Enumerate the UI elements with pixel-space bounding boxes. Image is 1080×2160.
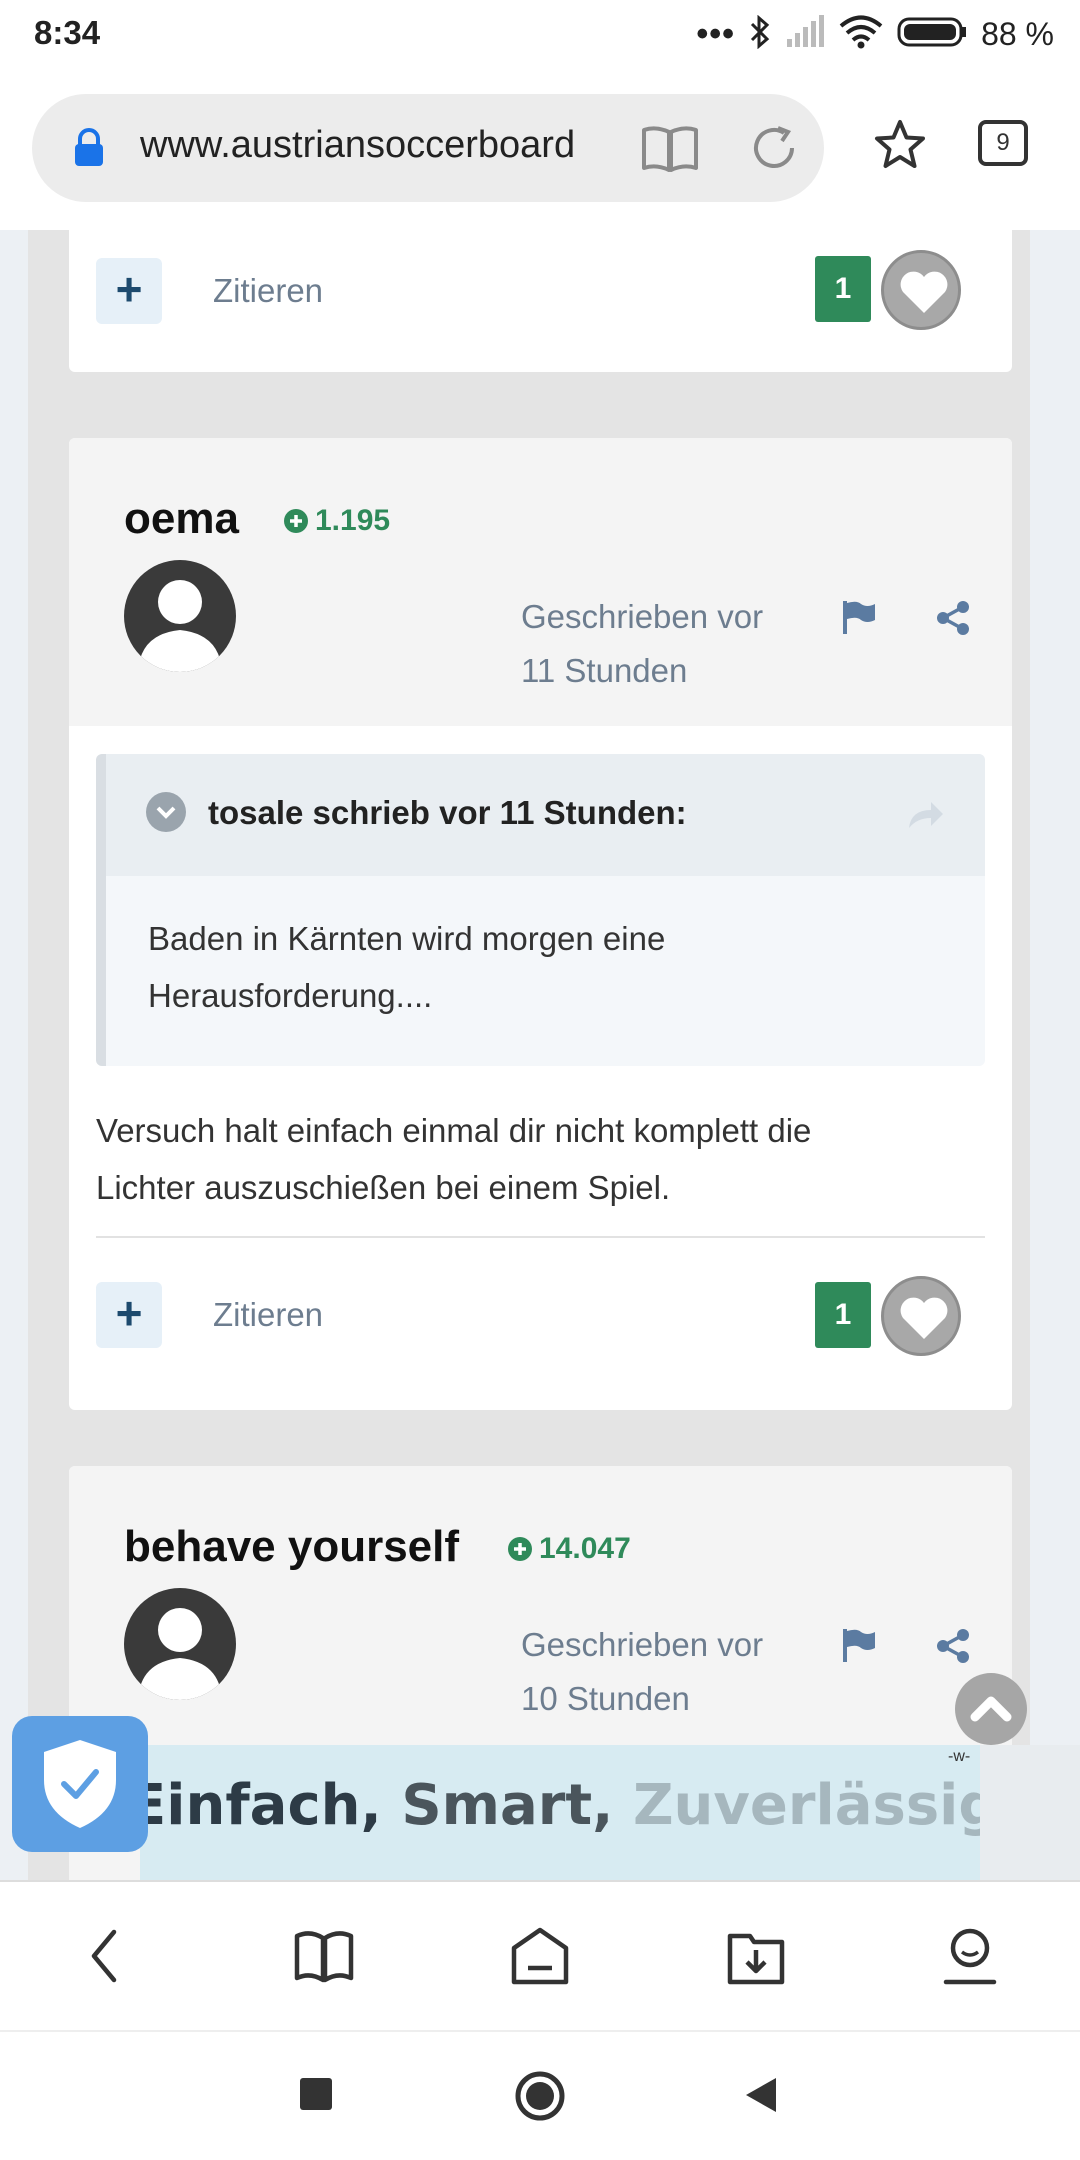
reputation-value: 1.195: [315, 504, 391, 537]
post-timestamp: Geschrieben vor 10 Stunden: [521, 1626, 764, 1717]
quote-text: Baden in Kärnten wird morgen eine Heraus…: [148, 920, 666, 1014]
post-timestamp: Geschrieben vor 11 Stunden: [521, 598, 764, 689]
post-card-previous: + Zitieren 1: [69, 230, 1012, 372]
post-header: oema 1.195 Geschrieben vor 11 Stunden: [69, 438, 1012, 726]
post-body: Versuch halt einfach einmal dir nicht ko…: [96, 1112, 812, 1206]
back-arrow-icon[interactable]: [84, 1926, 124, 1991]
avatar[interactable]: [124, 1588, 236, 1700]
report-flag-icon[interactable]: [839, 598, 877, 641]
address-bar[interactable]: www.austriansoccerboard: [32, 94, 824, 202]
go-to-quoted-post-icon[interactable]: [905, 798, 945, 837]
user-silhouette-icon: [138, 1608, 222, 1700]
author-name[interactable]: oema: [124, 494, 239, 544]
scroll-to-top-button[interactable]: [955, 1673, 1027, 1745]
heart-icon: [900, 271, 948, 313]
like-button[interactable]: [881, 250, 961, 330]
quote-header: tosale schrieb vor 11 Stunden:: [106, 754, 985, 876]
avatar[interactable]: [124, 560, 236, 672]
shield-check-icon: [44, 1740, 116, 1828]
post-card: oema 1.195 Geschrieben vor 11 Stunden to…: [69, 438, 1012, 1410]
bluetooth-icon: [749, 14, 771, 54]
report-flag-icon[interactable]: [839, 1626, 877, 1669]
chevron-down-icon[interactable]: [146, 792, 186, 832]
signal-icon: [785, 14, 825, 54]
page-content: + Zitieren 1 oema 1.195 Geschrieben vor …: [0, 230, 1080, 1880]
heart-icon: [900, 1297, 948, 1339]
status-time: 8:34: [34, 14, 101, 51]
status-bar: 8:34 ••• 88 %: [0, 0, 1080, 70]
author-name[interactable]: behave yourself: [124, 1522, 459, 1572]
quote-block: tosale schrieb vor 11 Stunden: Baden in …: [96, 754, 985, 1066]
reputation-value: 14.047: [539, 1532, 631, 1565]
user-silhouette-icon: [138, 580, 222, 672]
multiquote-add-button[interactable]: +: [96, 1282, 162, 1348]
home-icon[interactable]: [508, 1926, 572, 1991]
ad-slogan: Einfach, Smart, Zuverlässig.: [140, 1773, 980, 1838]
browser-toolbar: www.austriansoccerboard 9: [0, 70, 1080, 230]
url-text[interactable]: www.austriansoccerboard: [140, 124, 630, 167]
profile-icon[interactable]: [940, 1926, 1000, 1991]
like-button[interactable]: [881, 1276, 961, 1356]
share-icon[interactable]: [935, 1628, 971, 1669]
home-circle-icon[interactable]: [514, 2070, 566, 2127]
reader-mode-icon[interactable]: [638, 120, 702, 181]
bookmarks-book-icon[interactable]: [292, 1926, 356, 1991]
wifi-icon: [839, 15, 883, 54]
reputation-badge: 14.047: [507, 1532, 631, 1566]
system-navigation-bar: [0, 2030, 1080, 2160]
notification-dots: •••: [696, 15, 736, 53]
chevron-up-icon: [970, 1696, 1012, 1722]
reaction-count-badge[interactable]: 1: [815, 1282, 871, 1348]
downloads-icon[interactable]: [724, 1926, 788, 1991]
battery-icon: [897, 15, 967, 54]
battery-percent: 88 %: [981, 15, 1054, 52]
tab-switcher-button[interactable]: 9: [978, 120, 1028, 166]
ad-shield-button[interactable]: [12, 1716, 148, 1852]
reputation-badge: 1.195: [283, 504, 390, 538]
quote-citation: tosale schrieb vor 11 Stunden:: [208, 794, 687, 831]
share-icon[interactable]: [935, 600, 971, 641]
ad-banner[interactable]: Einfach, Smart, Zuverlässig.: [140, 1745, 980, 1880]
back-triangle-icon[interactable]: [742, 2076, 778, 2119]
quote-button[interactable]: Zitieren: [213, 272, 323, 310]
reload-icon[interactable]: [744, 118, 804, 183]
post-divider: [96, 1236, 985, 1238]
plus-circle-icon: [284, 509, 308, 533]
quote-button[interactable]: Zitieren: [213, 1296, 323, 1334]
multiquote-add-button[interactable]: +: [96, 258, 162, 324]
reaction-count-badge[interactable]: 1: [815, 256, 871, 322]
lock-icon: [72, 128, 106, 173]
recents-square-icon[interactable]: [298, 2076, 334, 2117]
ad-label: -w-: [948, 1748, 971, 1765]
browser-bottom-bar: [0, 1880, 1080, 2030]
plus-circle-icon: [508, 1537, 532, 1561]
status-icons: ••• 88 %: [696, 12, 1054, 56]
bookmark-star-icon[interactable]: [872, 118, 928, 177]
